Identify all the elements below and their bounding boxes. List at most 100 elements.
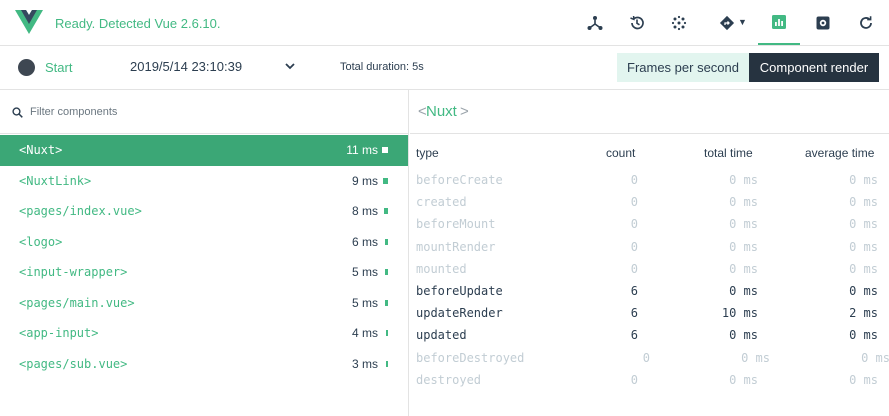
table-row: created 0 0 ms 0 ms [410, 191, 889, 213]
component-name: <pages/index.vue> [19, 204, 142, 218]
component-row[interactable]: <app-input> 4 ms [0, 318, 408, 349]
hook-average-time: 0 ms [849, 173, 878, 187]
component-time: 6 ms [351, 234, 378, 249]
hook-total-time: 0 ms [741, 350, 770, 365]
column-count: count [606, 146, 636, 160]
table-row: destroyed 0 0 ms 0 ms [410, 369, 889, 391]
hook-average-time: 0 ms [849, 284, 878, 298]
hook-type: mountRender [416, 239, 496, 254]
hook-count: 0 [630, 239, 638, 254]
time-bar [384, 208, 388, 214]
status-text: Ready. Detected Vue 2.6.10. [55, 16, 221, 31]
component-name: <NuxtLink> [19, 173, 92, 188]
component-row[interactable]: <Nuxt> 11 ms [0, 135, 408, 166]
hook-total-time: 0 ms [729, 173, 758, 187]
history-tab-button[interactable] [616, 0, 658, 45]
component-name: <pages/main.vue> [19, 295, 135, 310]
vuex-dots-icon [671, 15, 687, 30]
components-tree-icon [587, 15, 603, 30]
component-name: <Nuxt> [19, 143, 63, 157]
hook-count: 0 [630, 372, 638, 387]
table-header: type count total time average time [410, 144, 889, 164]
hook-type: updated [416, 328, 467, 343]
table-row: mounted 0 0 ms 0 ms [410, 258, 889, 280]
hook-average-time: 0 ms [849, 239, 878, 254]
time-bar [385, 299, 388, 306]
table-row: mountRender 0 0 ms 0 ms [410, 236, 889, 258]
component-row[interactable]: <NuxtLink> 9 ms [0, 166, 408, 197]
settings-tab-button[interactable] [802, 0, 844, 45]
hook-total-time: 10 ms [721, 306, 758, 321]
hook-count: 6 [630, 306, 638, 321]
component-row[interactable]: <pages/index.vue> 8 ms [0, 196, 408, 227]
record-button[interactable] [18, 59, 35, 76]
time-bar [382, 147, 388, 153]
component-row[interactable]: <pages/main.vue> 5 ms [0, 288, 408, 319]
table-row: beforeDestroyed 0 0 ms 0 ms [410, 347, 889, 369]
settings-icon [816, 16, 830, 29]
hook-count: 0 [630, 195, 638, 210]
search-icon [12, 107, 23, 118]
detail-pane: < Nuxt > type count total time average t… [410, 90, 889, 416]
refresh-icon [860, 15, 872, 29]
hook-type: beforeUpdate [416, 284, 503, 298]
component-render-button[interactable]: Component render [749, 53, 879, 82]
component-row[interactable]: <logo> 6 ms [0, 227, 408, 258]
detail-title: < Nuxt > [410, 90, 889, 134]
hook-total-time: 0 ms [729, 195, 758, 210]
column-type: type [416, 146, 439, 160]
table-row: updateRender 6 10 ms 2 ms [410, 302, 889, 324]
chevron-down-icon[interactable] [283, 59, 297, 73]
component-row[interactable]: <pages/sub.vue> 3 ms [0, 349, 408, 380]
time-bar [386, 360, 388, 367]
hook-count: 6 [630, 284, 638, 298]
hook-type: destroyed [416, 372, 482, 387]
component-time: 5 ms [351, 295, 378, 310]
vuex-tab-button[interactable] [658, 0, 700, 45]
hook-total-time: 0 ms [729, 239, 758, 254]
hook-type: updateRender [416, 306, 503, 321]
component-name: <app-input> [19, 326, 99, 340]
components-tab-button[interactable] [574, 0, 616, 45]
component-row[interactable]: <input-wrapper> 5 ms [0, 257, 408, 288]
hook-type: beforeMount [416, 217, 496, 232]
recording-date-select[interactable]: 2019/5/14 23:10:39 [130, 59, 242, 74]
hook-average-time: 0 ms [861, 350, 889, 365]
table-row: beforeUpdate 6 0 ms 0 ms [410, 280, 889, 302]
component-title: Nuxt [426, 103, 457, 120]
hook-total-time: 0 ms [729, 217, 758, 232]
hook-total-time: 0 ms [729, 284, 758, 298]
refresh-button[interactable] [845, 0, 887, 45]
time-bar [383, 177, 388, 184]
hook-average-time: 0 ms [849, 328, 878, 343]
chevron-down-icon[interactable]: ▼ [738, 17, 747, 27]
frames-per-second-button[interactable]: Frames per second [617, 53, 749, 82]
history-icon [630, 15, 644, 29]
time-bar [385, 269, 388, 275]
column-total-time: total time [704, 146, 753, 160]
hook-count: 0 [642, 350, 650, 365]
component-time: 5 ms [351, 265, 378, 279]
component-name: <pages/sub.vue> [19, 356, 128, 371]
hook-count: 0 [630, 173, 638, 187]
performance-tab-button[interactable] [758, 0, 800, 45]
component-time: 3 ms [351, 356, 378, 371]
app-header: Ready. Detected Vue 2.6.10. ▼ [0, 0, 889, 46]
filter-bar [0, 90, 408, 134]
start-label[interactable]: Start [45, 60, 72, 75]
hook-count: 6 [630, 328, 638, 343]
time-bar [386, 330, 388, 336]
component-list: <Nuxt> 11 ms <NuxtLink> 9 ms <pages/index.vu… [0, 135, 408, 379]
filter-components-input[interactable] [30, 102, 390, 122]
component-time: 11 ms [346, 143, 378, 157]
time-bar [385, 238, 388, 245]
routing-icon [719, 15, 735, 30]
hook-type: beforeDestroyed [416, 350, 525, 365]
performance-toolbar: Start 2019/5/14 23:10:39 Total duration:… [0, 46, 889, 90]
hook-average-time: 0 ms [849, 261, 878, 276]
hook-count: 0 [630, 217, 638, 232]
performance-chart-icon [772, 14, 786, 29]
table-row: beforeMount 0 0 ms 0 ms [410, 213, 889, 235]
vue-logo-icon [15, 10, 43, 34]
component-time: 4 ms [351, 326, 378, 340]
